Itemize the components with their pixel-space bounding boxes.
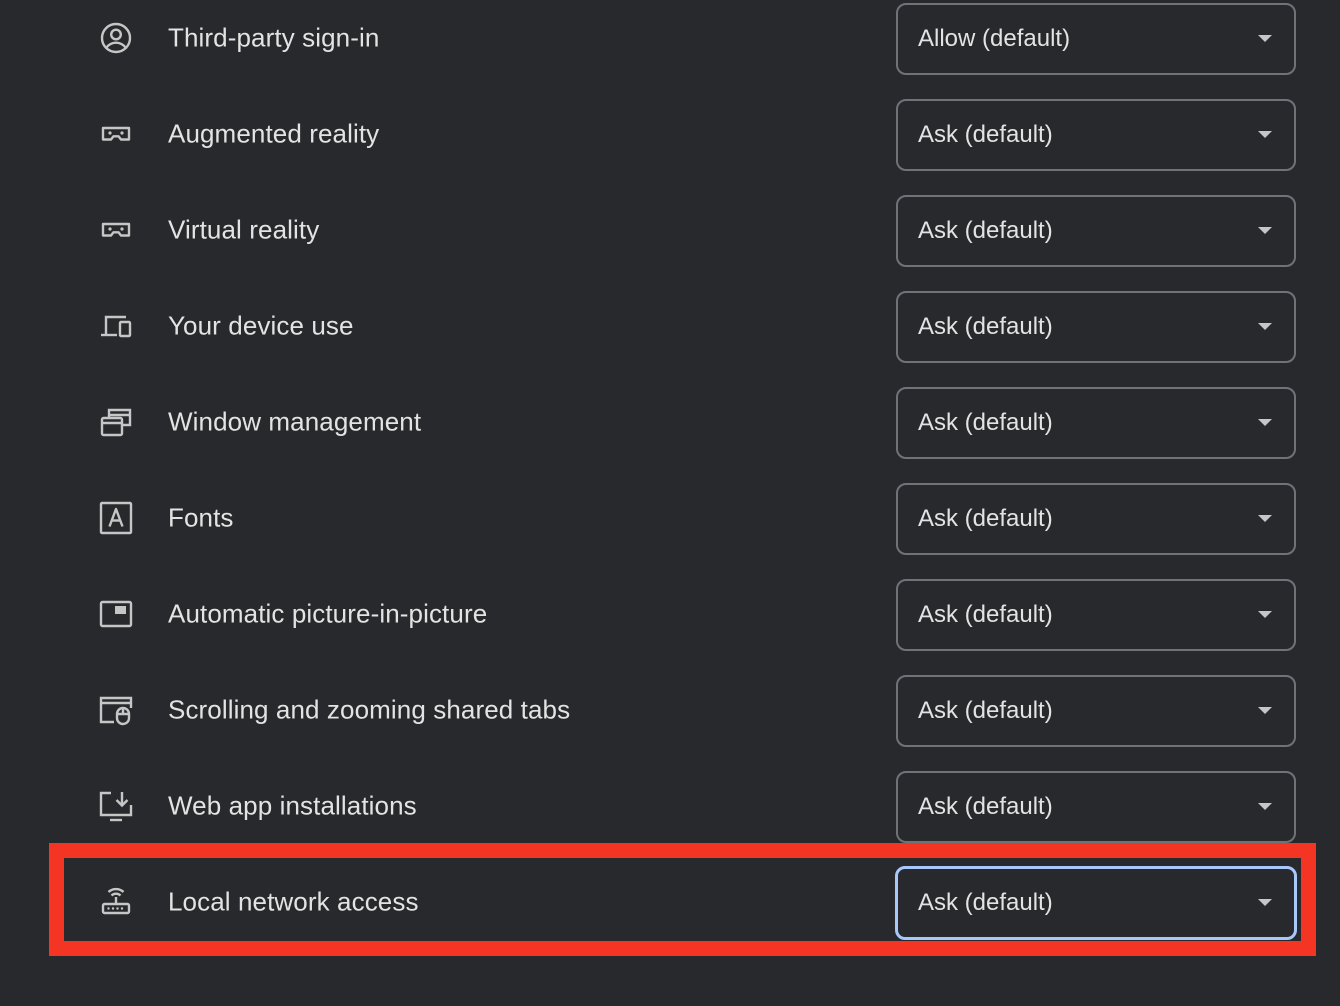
select-value: Ask (default) (918, 697, 1053, 724)
setting-label: Your device use (168, 310, 354, 341)
setting-label: Scrolling and zooming shared tabs (168, 694, 571, 725)
picture-in-picture-icon (96, 594, 136, 634)
setting-label: Local network access (168, 886, 419, 917)
font-icon (96, 498, 136, 538)
dropdown-arrow-icon (1258, 899, 1272, 906)
dropdown-arrow-icon (1258, 707, 1272, 714)
setting-label: Augmented reality (168, 118, 380, 149)
select-value: Ask (default) (918, 409, 1053, 436)
select-value: Ask (default) (918, 505, 1053, 532)
select-value: Ask (default) (918, 601, 1053, 628)
dropdown-arrow-icon (1258, 803, 1272, 810)
setting-label: Window management (168, 406, 422, 437)
windows-icon (96, 402, 136, 442)
dropdown-arrow-icon (1258, 419, 1272, 426)
virtual-reality-select[interactable]: Ask (default) (896, 195, 1296, 267)
setting-row-scrolling-and-zooming-shared-tabs: Scrolling and zooming shared tabs Ask (d… (0, 662, 1340, 758)
setting-row-window-management: Window management Ask (default) (0, 374, 1340, 470)
setting-label: Fonts (168, 502, 234, 533)
dropdown-arrow-icon (1258, 323, 1272, 330)
install-desktop-icon (96, 786, 136, 826)
setting-label: Web app installations (168, 790, 417, 821)
vr-headset-icon (96, 210, 136, 250)
setting-row-local-network-access: Local network access Ask (default) (0, 854, 1340, 950)
select-value: Ask (default) (918, 889, 1053, 916)
setting-row-third-party-sign-in: Third-party sign-in Allow (default) (0, 0, 1340, 86)
local-network-access-select[interactable]: Ask (default) (895, 866, 1297, 940)
setting-label: Virtual reality (168, 214, 320, 245)
third-party-sign-in-select[interactable]: Allow (default) (896, 3, 1296, 75)
web-app-installations-select[interactable]: Ask (default) (896, 771, 1296, 843)
select-value: Ask (default) (918, 793, 1053, 820)
select-value: Allow (default) (918, 25, 1071, 52)
augmented-reality-select[interactable]: Ask (default) (896, 99, 1296, 171)
fonts-select[interactable]: Ask (default) (896, 483, 1296, 555)
tab-mouse-icon (96, 690, 136, 730)
setting-row-web-app-installations: Web app installations Ask (default) (0, 758, 1340, 854)
dropdown-arrow-icon (1258, 131, 1272, 138)
account-circle-icon (96, 18, 136, 58)
setting-row-virtual-reality: Virtual reality Ask (default) (0, 182, 1340, 278)
select-value: Ask (default) (918, 217, 1053, 244)
your-device-use-select[interactable]: Ask (default) (896, 291, 1296, 363)
setting-row-fonts: Fonts Ask (default) (0, 470, 1340, 566)
router-icon (96, 882, 136, 922)
automatic-picture-in-picture-select[interactable]: Ask (default) (896, 579, 1296, 651)
setting-row-augmented-reality: Augmented reality Ask (default) (0, 86, 1340, 182)
dropdown-arrow-icon (1258, 227, 1272, 234)
scrolling-and-zooming-shared-tabs-select[interactable]: Ask (default) (896, 675, 1296, 747)
site-permissions-list: Third-party sign-in Allow (default) Augm… (0, 0, 1340, 1006)
select-value: Ask (default) (918, 313, 1053, 340)
setting-row-your-device-use: Your device use Ask (default) (0, 278, 1340, 374)
window-management-select[interactable]: Ask (default) (896, 387, 1296, 459)
vr-headset-icon (96, 114, 136, 154)
setting-label: Third-party sign-in (168, 22, 380, 53)
devices-icon (96, 306, 136, 346)
setting-label: Automatic picture-in-picture (168, 598, 488, 629)
dropdown-arrow-icon (1258, 515, 1272, 522)
dropdown-arrow-icon (1258, 35, 1272, 42)
dropdown-arrow-icon (1258, 611, 1272, 618)
setting-row-automatic-picture-in-picture: Automatic picture-in-picture Ask (defaul… (0, 566, 1340, 662)
select-value: Ask (default) (918, 121, 1053, 148)
